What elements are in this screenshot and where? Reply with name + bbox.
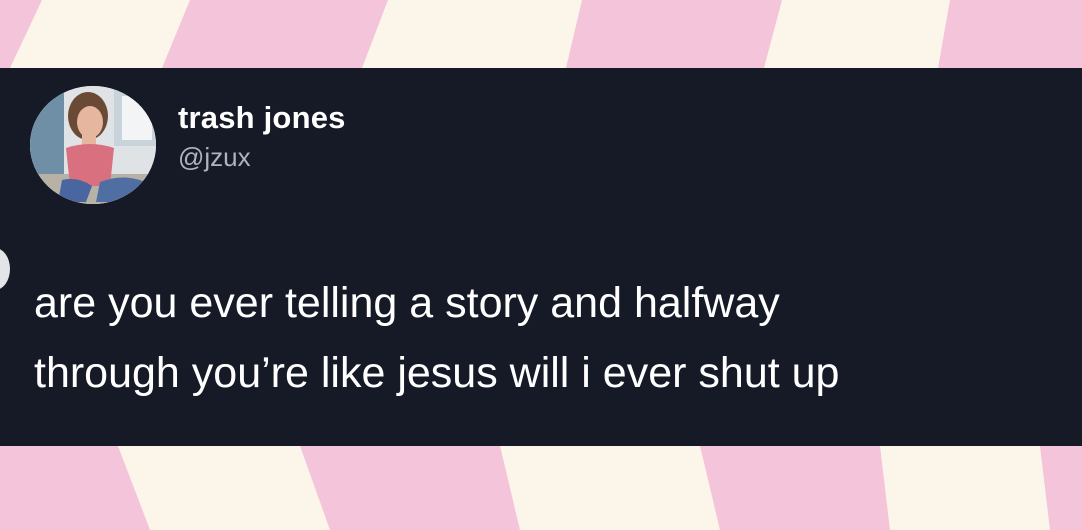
user-handle[interactable]: @jzux (178, 140, 346, 174)
tweet-card: trash jones @jzux are you ever telling a… (0, 68, 1082, 446)
tweet-text: are you ever telling a story and halfway… (34, 279, 840, 397)
avatar[interactable] (30, 86, 156, 204)
profile-photo-icon (30, 86, 156, 204)
user-info: trash jones @jzux (178, 98, 346, 174)
display-name[interactable]: trash jones (178, 98, 346, 138)
